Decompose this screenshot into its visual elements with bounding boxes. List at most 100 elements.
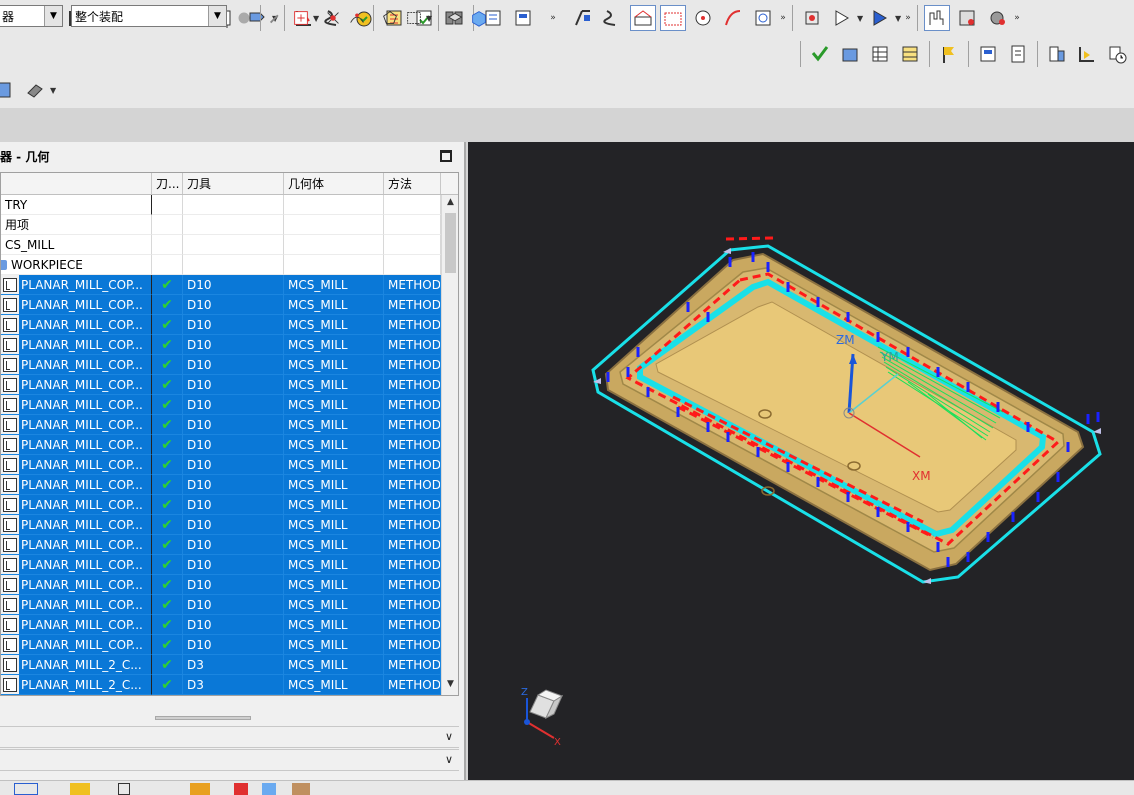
rotate-icon[interactable] — [600, 5, 626, 31]
path-status: ✔ — [152, 655, 183, 675]
display-toolpath-icon[interactable] — [570, 5, 596, 31]
rect-select-icon[interactable] — [404, 7, 424, 29]
curve-icon[interactable] — [720, 5, 746, 31]
fit-view-icon[interactable] — [70, 783, 90, 795]
view-icon[interactable] — [0, 77, 18, 103]
operation-row[interactable]: PLANAR_MILL_COP... ✔ D10 MCS_MILL METHOD — [1, 595, 458, 615]
template-icon[interactable] — [897, 41, 923, 67]
assembly-icon[interactable] — [1044, 41, 1070, 67]
chevron-right-icon[interactable]: » — [778, 13, 788, 23]
operation-row[interactable]: PLANAR_MILL_COP... ✔ D10 MCS_MILL METHOD — [1, 295, 458, 315]
col-tool-header[interactable]: 刀具 — [183, 173, 284, 194]
check-icon: ✔ — [161, 616, 173, 633]
operation-row[interactable]: PLANAR_MILL_COP... ✔ D10 MCS_MILL METHOD — [1, 495, 458, 515]
cube-view-icon[interactable] — [262, 783, 276, 795]
chevron-down-icon[interactable]: ∨ — [445, 730, 453, 743]
tree-row[interactable]: TRY — [1, 195, 458, 215]
chevron-right-icon[interactable]: » — [903, 13, 913, 23]
operation-row[interactable]: PLANAR_MILL_COP... ✔ D10 MCS_MILL METHOD — [1, 335, 458, 355]
chevron-right-icon[interactable]: » — [1012, 13, 1022, 23]
layer-icon[interactable] — [14, 783, 38, 795]
snap-point-icon[interactable] — [267, 7, 287, 29]
snap-intersect-icon[interactable] — [323, 7, 343, 29]
col-name-header[interactable] — [1, 173, 152, 194]
chevron-right-icon[interactable]: » — [538, 13, 568, 23]
point-icon[interactable] — [690, 5, 716, 31]
scroll-up-icon[interactable]: ▲ — [442, 197, 458, 213]
type-filter-select[interactable]: 器 ▼ — [0, 5, 63, 27]
tree-row[interactable]: WORKPIECE — [1, 255, 458, 275]
vertical-scrollbar[interactable]: ▲ ▼ — [441, 195, 458, 695]
object-table-icon[interactable] — [867, 41, 893, 67]
info-icon[interactable] — [924, 5, 950, 31]
operation-row[interactable]: PLANAR_MILL_COP... ✔ D10 MCS_MILL METHOD — [1, 355, 458, 375]
part-shade-icon[interactable] — [445, 7, 465, 29]
operation-row[interactable]: PLANAR_MILL_COP... ✔ D10 MCS_MILL METHOD — [1, 555, 458, 575]
filter-reset-icon[interactable] — [234, 7, 254, 29]
transform-icon[interactable] — [750, 5, 776, 31]
tree-row[interactable]: 用项 — [1, 215, 458, 235]
solid-cube-icon[interactable] — [469, 7, 489, 29]
flag-icon[interactable] — [936, 41, 962, 67]
snap-arc-icon[interactable] — [347, 7, 367, 29]
scroll-thumb[interactable] — [445, 213, 456, 273]
check-icon[interactable] — [807, 41, 833, 67]
point-on-face-icon[interactable] — [291, 7, 311, 29]
dropdown-arrow-icon[interactable]: ▼ — [895, 14, 903, 23]
operation-row[interactable]: PLANAR_MILL_2_C... ✔ D3 MCS_MILL METHOD — [1, 675, 458, 695]
orient-view-icon[interactable] — [22, 77, 48, 103]
col-method-header[interactable]: 方法 — [384, 173, 441, 194]
ipw-region-icon[interactable] — [660, 5, 686, 31]
operation-row[interactable]: PLANAR_MILL_COP... ✔ D10 MCS_MILL METHOD — [1, 435, 458, 455]
operation-row[interactable]: PLANAR_MILL_COP... ✔ D10 MCS_MILL METHOD — [1, 535, 458, 555]
operation-row[interactable]: PLANAR_MILL_COP... ✔ D10 MCS_MILL METHOD — [1, 275, 458, 295]
lock-icon[interactable] — [118, 783, 130, 795]
scroll-down-icon[interactable]: ▼ — [442, 679, 458, 695]
operation-row[interactable]: PLANAR_MILL_COP... ✔ D10 MCS_MILL METHOD — [1, 635, 458, 655]
panel-splitter[interactable] — [155, 716, 251, 720]
operation-row[interactable]: PLANAR_MILL_COP... ✔ D10 MCS_MILL METHOD — [1, 455, 458, 475]
graphics-viewport[interactable]: ZM YM XM Z X — [468, 142, 1134, 780]
clsf-icon[interactable] — [510, 5, 536, 31]
operation-row[interactable]: PLANAR_MILL_COP... ✔ D10 MCS_MILL METHOD — [1, 375, 458, 395]
feedback-icon[interactable] — [1074, 41, 1100, 67]
operation-row[interactable]: PLANAR_MILL_COP... ✔ D10 MCS_MILL METHOD — [1, 615, 458, 635]
tool-cell: D10 — [183, 375, 284, 395]
properties-icon[interactable] — [837, 41, 863, 67]
document-icon[interactable] — [1005, 41, 1031, 67]
box-icon[interactable] — [292, 783, 310, 795]
create-program-icon[interactable] — [799, 5, 825, 31]
operation-row[interactable]: PLANAR_MILL_COP... ✔ D10 MCS_MILL METHOD — [1, 475, 458, 495]
dropdown-arrow-icon[interactable]: ▼ — [857, 14, 865, 23]
col-path-header[interactable]: 刀... — [152, 173, 183, 194]
settings-icon[interactable] — [984, 5, 1010, 31]
chevron-down-icon[interactable]: ∨ — [445, 753, 453, 766]
operation-row[interactable]: PLANAR_MILL_COP... ✔ D10 MCS_MILL METHOD — [1, 315, 458, 335]
path-status: ✔ — [152, 435, 183, 455]
operation-row[interactable]: PLANAR_MILL_COP... ✔ D10 MCS_MILL METHOD — [1, 515, 458, 535]
ipw-icon[interactable] — [630, 5, 656, 31]
dropdown-arrow-icon[interactable]: ▼ — [426, 14, 434, 23]
operation-row[interactable]: PLANAR_MILL_COP... ✔ D10 MCS_MILL METHOD — [1, 395, 458, 415]
tree-row[interactable]: CS_MILL — [1, 235, 458, 255]
maximize-icon[interactable] — [440, 150, 452, 162]
dropdown-arrow-icon[interactable]: ▼ — [313, 14, 321, 23]
dependencies-panel-header[interactable]: ∨ — [0, 749, 459, 771]
dropdown-arrow-icon[interactable]: ▼ — [208, 6, 226, 26]
snap-view-icon[interactable] — [190, 783, 210, 795]
analysis-icon[interactable] — [954, 5, 980, 31]
record-icon[interactable] — [234, 783, 248, 795]
assembly-filter-select[interactable]: 整个装配 ▼ — [71, 5, 227, 27]
clock-icon[interactable] — [1104, 41, 1130, 67]
operation-row[interactable]: PLANAR_MILL_COP... ✔ D10 MCS_MILL METHOD — [1, 415, 458, 435]
simulate-icon[interactable] — [829, 5, 855, 31]
details-panel-header[interactable]: ∨ — [0, 726, 459, 748]
polygon-select-icon[interactable] — [380, 7, 400, 29]
dropdown-arrow-icon[interactable]: ▼ — [44, 6, 62, 26]
operation-row[interactable]: PLANAR_MILL_2_C... ✔ D3 MCS_MILL METHOD — [1, 655, 458, 675]
dialog-icon[interactable] — [975, 41, 1001, 67]
col-geometry-header[interactable]: 几何体 — [284, 173, 384, 194]
operation-row[interactable]: PLANAR_MILL_COP... ✔ D10 MCS_MILL METHOD — [1, 575, 458, 595]
dropdown-arrow-icon[interactable]: ▼ — [50, 86, 58, 95]
animation-icon[interactable] — [867, 5, 893, 31]
